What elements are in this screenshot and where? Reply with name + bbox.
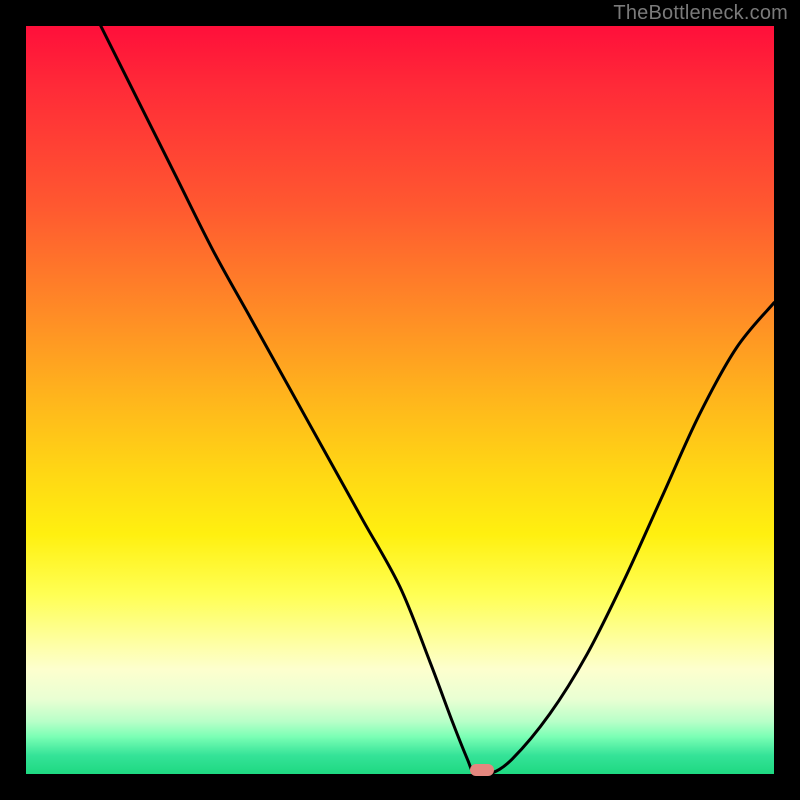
attribution-label: TheBottleneck.com: [613, 2, 788, 25]
chart-frame: TheBottleneck.com: [0, 0, 800, 800]
plot-area: [26, 26, 774, 774]
bottleneck-curve: [26, 26, 774, 774]
optimal-marker: [470, 764, 494, 776]
